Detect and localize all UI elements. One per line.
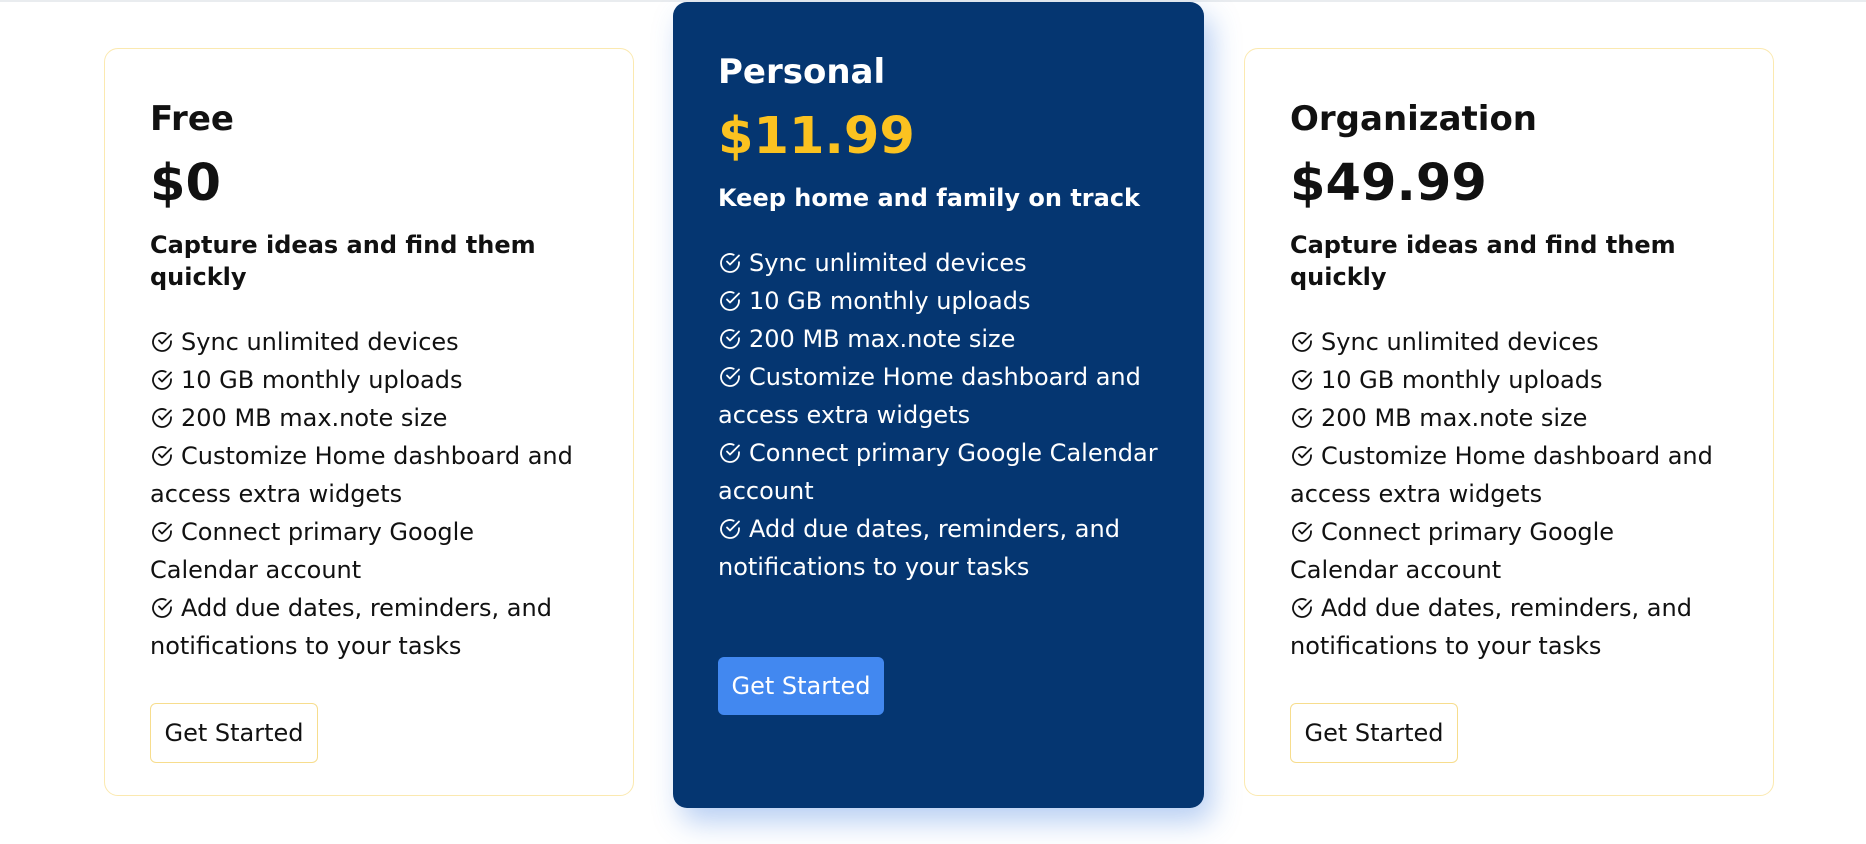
feature-list: Sync unlimited devices 10 GB monthly upl…: [718, 244, 1159, 586]
feature-item: 200 MB max.note size: [1290, 399, 1728, 437]
feature-text: Sync unlimited devices: [1321, 328, 1599, 356]
check-circle-icon: [1290, 368, 1314, 392]
feature-text: Connect primary Google Calendar account: [718, 439, 1158, 505]
feature-text: Add due dates, reminders, and notificati…: [718, 515, 1120, 581]
plan-tagline: Capture ideas and find them quickly: [1290, 231, 1676, 291]
feature-item: Customize Home dashboard and access extr…: [718, 358, 1159, 434]
check-circle-icon: [150, 596, 174, 620]
get-started-button[interactable]: Get Started: [1290, 703, 1458, 763]
feature-text: 200 MB max.note size: [181, 404, 448, 432]
check-circle-icon: [718, 517, 742, 541]
check-circle-icon: [1290, 520, 1314, 544]
check-circle-icon: [1290, 596, 1314, 620]
check-circle-icon: [1290, 330, 1314, 354]
feature-item: Customize Home dashboard and access extr…: [150, 437, 588, 513]
check-circle-icon: [1290, 444, 1314, 468]
feature-item: Connect primary Google Calendar account: [718, 434, 1159, 510]
check-circle-icon: [1290, 406, 1314, 430]
feature-list: Sync unlimited devices 10 GB monthly upl…: [150, 323, 588, 665]
check-circle-icon: [718, 441, 742, 465]
check-circle-icon: [718, 251, 742, 275]
plan-price: $11.99: [718, 107, 915, 166]
pricing-card-personal: Personal $11.99 Keep home and family on …: [673, 2, 1204, 808]
feature-item: 10 GB monthly uploads: [1290, 361, 1728, 399]
check-circle-icon: [150, 330, 174, 354]
feature-text: 10 GB monthly uploads: [749, 287, 1031, 315]
check-circle-icon: [150, 406, 174, 430]
feature-text: Customize Home dashboard and access extr…: [718, 363, 1141, 429]
plan-name: Organization: [1290, 99, 1538, 139]
check-circle-icon: [718, 327, 742, 351]
feature-item: Customize Home dashboard and access extr…: [1290, 437, 1728, 513]
feature-item: Connect primary Google Calendar account: [1290, 513, 1728, 589]
feature-item: 200 MB max.note size: [150, 399, 588, 437]
feature-item: 10 GB monthly uploads: [718, 282, 1159, 320]
feature-item: 10 GB monthly uploads: [150, 361, 588, 399]
feature-text: Connect primary Google Calendar account: [150, 518, 475, 584]
pricing-card-free: Free $0 Capture ideas and find them quic…: [104, 48, 634, 796]
feature-item: Add due dates, reminders, and notificati…: [1290, 589, 1728, 665]
feature-text: Sync unlimited devices: [181, 328, 459, 356]
plan-tagline: Keep home and family on track: [718, 184, 1141, 212]
feature-text: Sync unlimited devices: [749, 249, 1027, 277]
pricing-section: Free $0 Capture ideas and find them quic…: [0, 0, 1866, 844]
feature-item: Add due dates, reminders, and notificati…: [718, 510, 1159, 586]
feature-item: Sync unlimited devices: [718, 244, 1159, 282]
feature-text: Customize Home dashboard and access extr…: [1290, 442, 1713, 508]
feature-text: 200 MB max.note size: [749, 325, 1016, 353]
check-circle-icon: [150, 368, 174, 392]
plan-name: Personal: [718, 52, 886, 92]
feature-text: 10 GB monthly uploads: [181, 366, 463, 394]
feature-list: Sync unlimited devices 10 GB monthly upl…: [1290, 323, 1728, 665]
feature-text: Connect primary Google Calendar account: [1290, 518, 1615, 584]
plan-price: $49.99: [1290, 154, 1487, 213]
feature-text: 200 MB max.note size: [1321, 404, 1588, 432]
pricing-card-organization: Organization $49.99 Capture ideas and fi…: [1244, 48, 1774, 796]
check-circle-icon: [718, 289, 742, 313]
feature-item: Sync unlimited devices: [1290, 323, 1728, 361]
check-circle-icon: [718, 365, 742, 389]
plan-tagline: Capture ideas and find them quickly: [150, 231, 536, 291]
feature-item: Add due dates, reminders, and notificati…: [150, 589, 588, 665]
check-circle-icon: [150, 444, 174, 468]
get-started-button[interactable]: Get Started: [718, 657, 884, 715]
get-started-button[interactable]: Get Started: [150, 703, 318, 763]
plan-name: Free: [150, 99, 234, 139]
feature-item: Sync unlimited devices: [150, 323, 588, 361]
feature-text: Add due dates, reminders, and notificati…: [1290, 594, 1692, 660]
plan-price: $0: [150, 154, 221, 213]
feature-text: Add due dates, reminders, and notificati…: [150, 594, 552, 660]
check-circle-icon: [150, 520, 174, 544]
feature-item: Connect primary Google Calendar account: [150, 513, 588, 589]
feature-text: 10 GB monthly uploads: [1321, 366, 1603, 394]
feature-item: 200 MB max.note size: [718, 320, 1159, 358]
feature-text: Customize Home dashboard and access extr…: [150, 442, 573, 508]
